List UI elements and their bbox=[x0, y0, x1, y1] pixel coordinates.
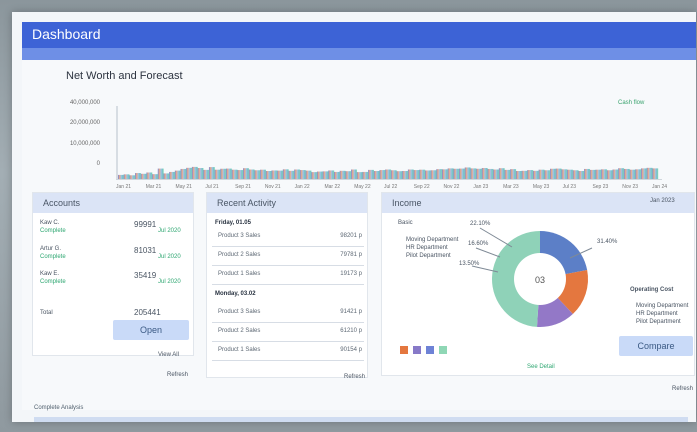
operating-cost-item-3: Pilot Department bbox=[636, 319, 681, 325]
operating-cost-title: Operating Cost bbox=[630, 287, 674, 293]
callout-4: 31.40% bbox=[597, 239, 618, 245]
bottom-bar bbox=[34, 417, 688, 422]
compare-button[interactable]: Compare bbox=[619, 336, 693, 356]
callout-2: 16.60% bbox=[468, 241, 489, 247]
footer-text: Complete Analysis bbox=[34, 405, 84, 411]
dashboard-screen: Dashboard Net Worth and Forecast Cash fl… bbox=[12, 12, 696, 422]
legend-swatch-1 bbox=[400, 346, 408, 354]
callout-3: 13.50% bbox=[459, 261, 480, 267]
callout-1: 22.10% bbox=[470, 221, 491, 227]
legend-swatch-4 bbox=[439, 346, 447, 354]
legend-swatch-3 bbox=[426, 346, 434, 354]
income-refresh[interactable]: Refresh bbox=[672, 386, 693, 392]
operating-cost-item-1: Moving Department bbox=[636, 303, 689, 309]
operating-cost-item-2: HR Department bbox=[636, 311, 678, 317]
income-see-detail[interactable]: See Detail bbox=[527, 364, 555, 370]
legend-swatch-2 bbox=[413, 346, 421, 354]
income-donut-chart: 03 bbox=[471, 227, 593, 327]
donut-center-label: 03 bbox=[535, 275, 545, 285]
